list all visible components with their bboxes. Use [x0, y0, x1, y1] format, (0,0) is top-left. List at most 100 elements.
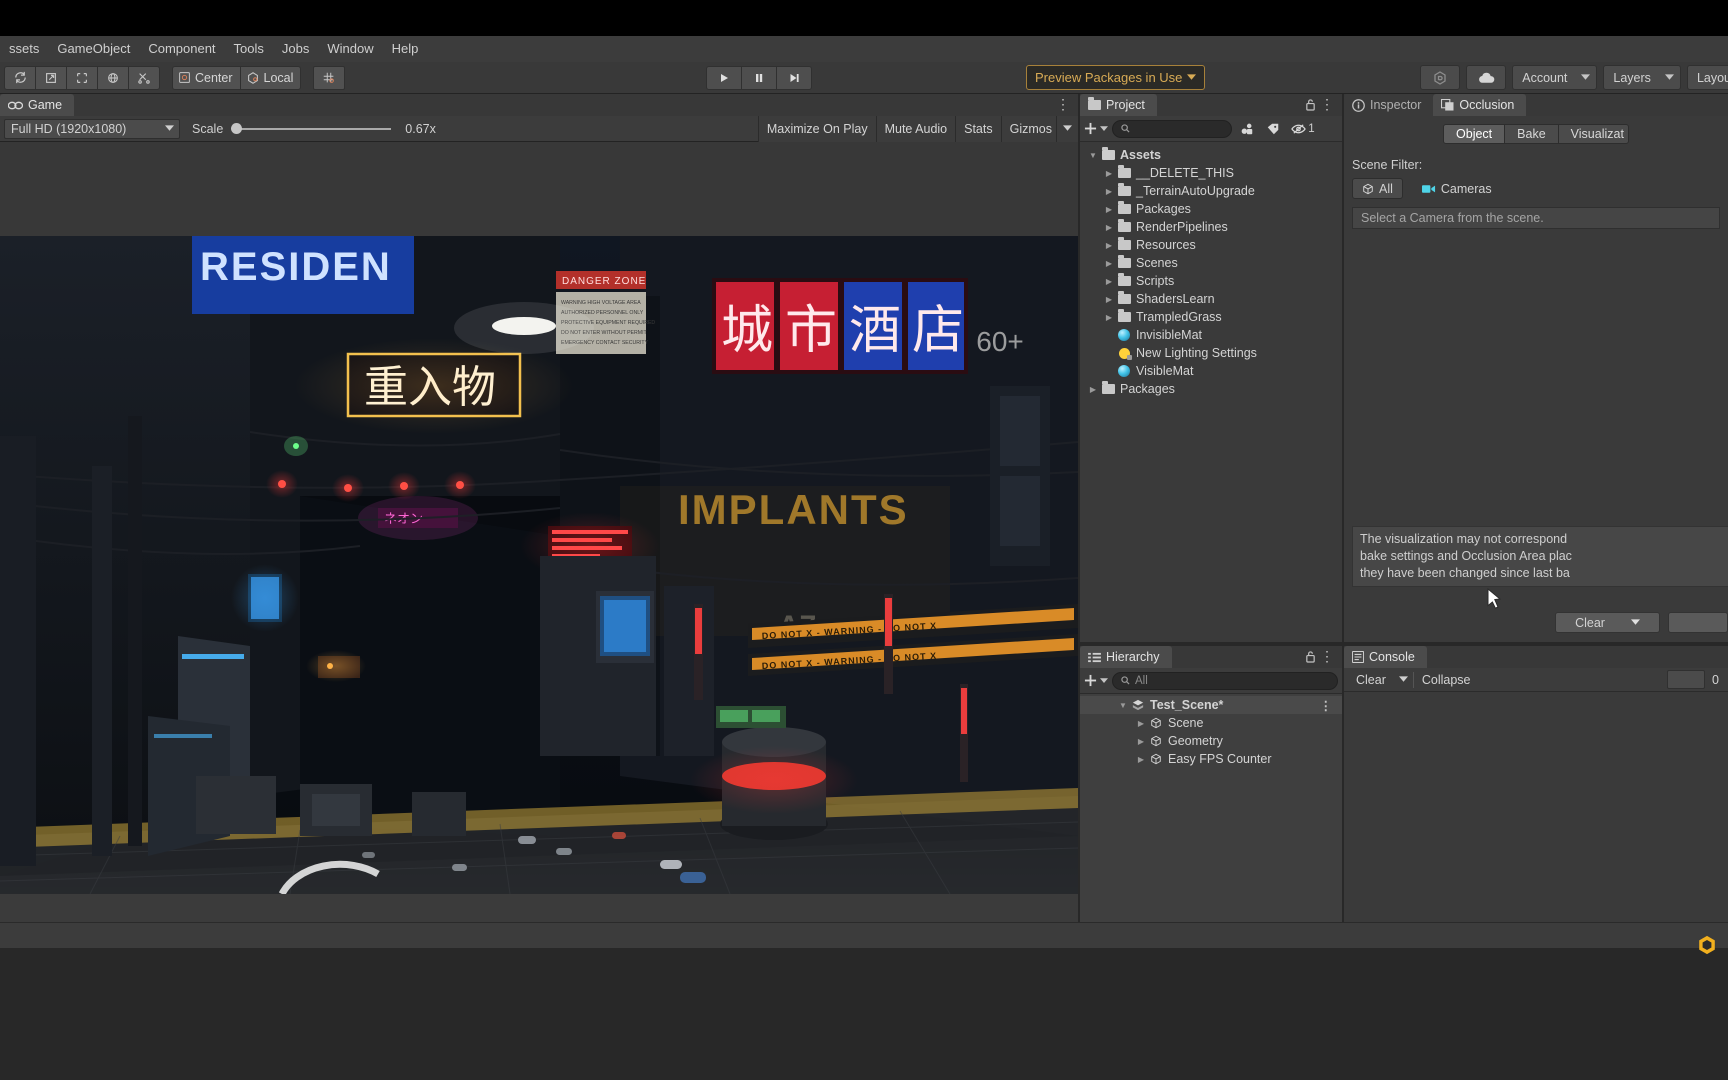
account-button[interactable]: Account	[1512, 65, 1598, 90]
undo-redo-icon[interactable]	[4, 65, 36, 90]
chevron-right-icon[interactable]: ▶	[1102, 187, 1116, 196]
chevron-down-icon[interactable]: ▼	[1086, 151, 1100, 160]
menu-item-help[interactable]: Help	[383, 36, 428, 62]
chevron-down-icon[interactable]: ▼	[1116, 701, 1130, 710]
tree-item[interactable]: ▶ Packages	[1080, 200, 1342, 218]
preview-packages-button[interactable]: Preview Packages in Use	[1026, 65, 1206, 90]
label-filter-icon[interactable]	[1262, 119, 1284, 139]
hidden-packages-toggle[interactable]: 1	[1288, 119, 1318, 139]
chevron-right-icon[interactable]: ▶	[1086, 385, 1100, 394]
scale-slider[interactable]	[231, 121, 392, 137]
bake-button[interactable]	[1668, 612, 1728, 633]
collab-icon[interactable]	[1420, 65, 1461, 90]
console-collapse-button[interactable]: Collapse	[1414, 670, 1479, 690]
menu-item-assets[interactable]: ssets	[0, 36, 48, 62]
project-panel-menu-icon[interactable]: ⋮	[1320, 97, 1334, 111]
create-asset-button[interactable]	[1084, 122, 1108, 135]
tree-item[interactable]: ▶ Resources	[1080, 236, 1342, 254]
step-icon[interactable]	[776, 65, 812, 90]
lock-icon[interactable]	[1305, 650, 1316, 666]
project-search-input[interactable]	[1112, 119, 1232, 138]
segment-visualization[interactable]: Visualizat	[1557, 124, 1629, 144]
pause-icon[interactable]	[741, 65, 777, 90]
chevron-right-icon[interactable]: ▶	[1134, 755, 1148, 764]
maximize-on-play-button[interactable]: Maximize On Play	[757, 115, 876, 142]
mute-audio-button[interactable]: Mute Audio	[875, 115, 956, 142]
rect-transform-icon[interactable]	[66, 65, 98, 90]
transform-icon[interactable]	[97, 65, 129, 90]
hierarchy-search-input[interactable]: All	[1112, 671, 1338, 690]
chevron-right-icon[interactable]: ▶	[1102, 313, 1116, 322]
tree-item[interactable]: ▶ InvisibleMat	[1080, 326, 1342, 344]
chevron-right-icon[interactable]: ▶	[1102, 205, 1116, 214]
menu-item-window[interactable]: Window	[318, 36, 382, 62]
console-log-list[interactable]	[1344, 692, 1728, 922]
tab-console[interactable]: Console	[1344, 646, 1427, 668]
filter-cameras-button[interactable]: Cameras	[1413, 178, 1501, 199]
space-mode-button[interactable]: Local	[239, 65, 302, 90]
menu-item-tools[interactable]: Tools	[225, 36, 273, 62]
tree-item[interactable]: ▶ _TerrainAutoUpgrade	[1080, 182, 1342, 200]
cloud-icon[interactable]	[1466, 65, 1507, 90]
hierarchy-tree[interactable]: ▼ Test_Scene* ⋮ ▶ Scene ▶ Geometry ▶ Eas…	[1080, 694, 1342, 922]
hierarchy-item-scene[interactable]: ▼ Test_Scene* ⋮	[1080, 696, 1342, 714]
menu-item-gameobject[interactable]: GameObject	[48, 36, 139, 62]
console-error-count[interactable]: 0	[1709, 670, 1722, 690]
chevron-right-icon[interactable]: ▶	[1102, 295, 1116, 304]
tab-game[interactable]: Game	[0, 94, 75, 116]
tree-item[interactable]: ▶ __DELETE_THIS	[1080, 164, 1342, 182]
segment-object[interactable]: Object	[1443, 124, 1506, 144]
tab-inspector[interactable]: Inspector	[1344, 94, 1434, 116]
move-icon[interactable]	[35, 65, 67, 90]
gizmos-button[interactable]: Gizmos	[1000, 115, 1056, 142]
custom-tool-icon[interactable]	[128, 65, 160, 90]
chevron-right-icon[interactable]: ▶	[1102, 241, 1116, 250]
tree-item[interactable]: ▼ Assets	[1080, 146, 1342, 164]
tree-item[interactable]: ▶ New Lighting Settings	[1080, 344, 1342, 362]
filter-all-button[interactable]: All	[1352, 178, 1403, 199]
segment-bake[interactable]: Bake	[1504, 124, 1559, 144]
play-icon[interactable]	[706, 65, 742, 90]
tree-item[interactable]: ▶ VisibleMat	[1080, 362, 1342, 380]
chevron-right-icon[interactable]: ▶	[1134, 719, 1148, 728]
chevron-right-icon[interactable]: ▶	[1102, 277, 1116, 286]
gizmos-dropdown[interactable]	[1056, 115, 1078, 142]
console-search-box[interactable]	[1667, 670, 1706, 689]
layers-button[interactable]: Layers	[1603, 65, 1681, 90]
resolution-dropdown[interactable]: Full HD (1920x1080)	[4, 118, 180, 139]
chevron-right-icon[interactable]: ▶	[1102, 223, 1116, 232]
tab-occlusion[interactable]: Occlusion	[1433, 94, 1527, 116]
tree-item[interactable]: ▶ TrampledGrass	[1080, 308, 1342, 326]
tree-item[interactable]: ▶ Packages	[1080, 380, 1342, 398]
grid-snap-icon[interactable]	[313, 65, 346, 90]
hierarchy-item[interactable]: ▶ Scene	[1080, 714, 1342, 732]
clear-button[interactable]: Clear	[1555, 612, 1660, 633]
tree-item[interactable]: ▶ RenderPipelines	[1080, 218, 1342, 236]
tree-item[interactable]: ▶ Scripts	[1080, 272, 1342, 290]
menu-item-jobs[interactable]: Jobs	[273, 36, 318, 62]
chevron-right-icon[interactable]: ▶	[1102, 169, 1116, 178]
game-panel-menu-icon[interactable]: ⋮	[1056, 97, 1070, 111]
lock-icon[interactable]	[1305, 98, 1316, 114]
scene-context-menu-icon[interactable]: ⋮	[1320, 698, 1333, 713]
pivot-mode-button[interactable]: Center	[172, 65, 241, 90]
console-clear-dropdown[interactable]	[1394, 670, 1413, 690]
stats-button[interactable]: Stats	[955, 115, 1001, 142]
tree-item[interactable]: ▶ ShadersLearn	[1080, 290, 1342, 308]
project-tree[interactable]: ▼ Assets ▶ __DELETE_THIS ▶ _TerrainAutoU…	[1080, 142, 1342, 642]
chevron-right-icon[interactable]: ▶	[1102, 259, 1116, 268]
layout-button[interactable]: Layou	[1686, 65, 1728, 90]
create-gameobject-button[interactable]	[1084, 674, 1108, 687]
tree-item[interactable]: ▶ Scenes	[1080, 254, 1342, 272]
tab-project[interactable]: Project	[1080, 94, 1157, 116]
tab-hierarchy[interactable]: Hierarchy	[1080, 646, 1172, 668]
hierarchy-item[interactable]: ▶ Easy FPS Counter	[1080, 750, 1342, 768]
hierarchy-item[interactable]: ▶ Geometry	[1080, 732, 1342, 750]
scale-slider-knob[interactable]	[231, 123, 243, 134]
menu-item-component[interactable]: Component	[139, 36, 224, 62]
asset-filter-icon[interactable]	[1236, 119, 1258, 139]
game-view-render[interactable]: RESIDEN 城 市 酒 店 重入物 DANGER ZONE WARNING …	[0, 236, 1078, 894]
hierarchy-panel-menu-icon[interactable]: ⋮	[1320, 649, 1334, 663]
console-clear-button[interactable]: Clear	[1348, 670, 1394, 690]
chevron-right-icon[interactable]: ▶	[1134, 737, 1148, 746]
